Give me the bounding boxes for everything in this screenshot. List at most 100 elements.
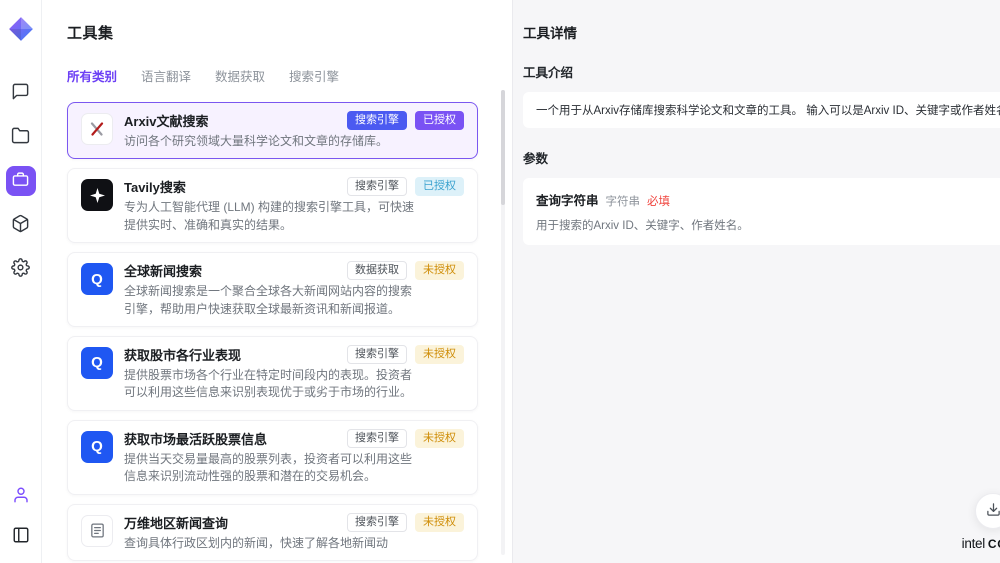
tool-card[interactable]: Q 获取市场最活跃股票信息 搜索引擎 未授权 提供当天交易量最高的股票列表，投资…: [67, 420, 478, 495]
briefcase-icon: [12, 171, 29, 191]
tool-icon: [81, 113, 113, 145]
tool-description: 专为人工智能代理 (LLM) 构建的搜索引擎工具，可快速提供实时、准确和真实的结…: [124, 199, 422, 234]
tool-list-panel: 工具集 所有类别语言翻译数据获取搜索引擎 Arxiv文献搜索 搜索引擎 已授权 …: [42, 0, 512, 563]
tool-card-header: 万维地区新闻查询 搜索引擎 未授权: [124, 513, 464, 532]
tool-card-header: Tavily搜索 搜索引擎 已授权: [124, 177, 464, 196]
download-button[interactable]: [975, 493, 1000, 529]
tool-card[interactable]: Q 获取股市各行业表现 搜索引擎 未授权 提供股票市场各个行业在特定时间段内的表…: [67, 336, 478, 411]
category-badge: 搜索引擎: [347, 513, 407, 532]
tool-card[interactable]: Q 全球新闻搜索 数据获取 未授权 全球新闻搜索是一个聚合全球各大新闻网站内容的…: [67, 252, 478, 327]
param-type: 字符串: [606, 193, 641, 209]
auth-badge: 未授权: [415, 261, 464, 280]
tool-card-header: 获取市场最活跃股票信息 搜索引擎 未授权: [124, 429, 464, 448]
tool-icon: Q: [81, 263, 113, 295]
tool-card-body: Arxiv文献搜索 搜索引擎 已授权 访问各个研究领域大量科学论文和文章的存储库…: [124, 111, 464, 150]
nav-rail-group: [6, 78, 36, 284]
tool-card-body: 获取市场最活跃股票信息 搜索引擎 未授权 提供当天交易量最高的股票列表，投资者可…: [124, 429, 464, 486]
nav-box-button[interactable]: [6, 210, 36, 240]
category-tab[interactable]: 所有类别: [67, 66, 117, 85]
tool-description: 提供当天交易量最高的股票列表，投资者可以利用这些信息来识别流动性强的股票和潜在的…: [124, 451, 422, 486]
scrollbar-track[interactable]: [501, 90, 505, 555]
chat-icon: [11, 82, 30, 104]
intro-heading: 工具介绍: [523, 62, 1000, 81]
intel-wordmark: intel: [962, 536, 985, 551]
category-badge: 搜索引擎: [347, 345, 407, 364]
tool-badges: 搜索引擎 已授权: [347, 111, 464, 130]
tool-card-header: 获取股市各行业表现 搜索引擎 未授权: [124, 345, 464, 364]
param-required-flag: 必填: [647, 193, 670, 209]
tool-card[interactable]: 万维地区新闻查询 搜索引擎 未授权 查询具体行政区划内的新闻，快速了解各地新闻动: [67, 504, 478, 561]
settings-gear-icon: [11, 258, 30, 280]
nav-rail: [0, 0, 42, 563]
param-card: 查询字符串 字符串 必填 用于搜索的Arxiv ID、关键字、作者姓名。: [523, 178, 1000, 245]
user-icon: [12, 486, 30, 507]
auth-badge: 已授权: [415, 177, 464, 196]
app-logo-icon[interactable]: [8, 16, 34, 42]
folder-icon: [11, 126, 30, 148]
tool-title: 获取市场最活跃股票信息: [124, 429, 267, 448]
category-badge: 数据获取: [347, 261, 407, 280]
core-wordmark: CORE: [988, 537, 1000, 551]
nav-panel-toggle-button[interactable]: [6, 521, 36, 551]
category-tab[interactable]: 数据获取: [215, 66, 265, 85]
tool-card-header: Arxiv文献搜索 搜索引擎 已授权: [124, 111, 464, 130]
intro-card: 一个用于从Arxiv存储库搜索科学论文和文章的工具。 输入可以是Arxiv ID…: [523, 92, 1000, 128]
tool-badges: 搜索引擎 未授权: [347, 429, 464, 448]
tool-detail-title: 工具详情: [523, 22, 1000, 42]
tool-description: 提供股票市场各个行业在特定时间段内的表现。投资者可以利用这些信息来识别表现优于或…: [124, 367, 422, 402]
tool-description: 全球新闻搜索是一个聚合全球各大新闻网站内容的搜索引擎，帮助用户快速获取全球最新资…: [124, 283, 422, 318]
tool-title: Tavily搜索: [124, 177, 186, 196]
sidebar-panel-icon: [12, 526, 30, 547]
param-name: 查询字符串: [536, 190, 599, 209]
tool-card-body: 全球新闻搜索 数据获取 未授权 全球新闻搜索是一个聚合全球各大新闻网站内容的搜索…: [124, 261, 464, 318]
params-heading: 参数: [523, 148, 1000, 167]
param-description: 用于搜索的Arxiv ID、关键字、作者姓名。: [536, 217, 1000, 233]
nav-chat-button[interactable]: [6, 78, 36, 108]
tool-title: 万维地区新闻查询: [124, 513, 228, 532]
tool-card-list: Arxiv文献搜索 搜索引擎 已授权 访问各个研究领域大量科学论文和文章的存储库…: [67, 102, 478, 561]
scrollbar-thumb[interactable]: [501, 90, 505, 205]
category-tabs: 所有类别 语言翻译 数据获取 搜索引擎: [67, 66, 512, 85]
download-icon: [986, 502, 1000, 520]
nav-settings-button[interactable]: [6, 254, 36, 284]
tool-description: 访问各个研究领域大量科学论文和文章的存储库。: [124, 133, 422, 150]
auth-badge: 未授权: [415, 513, 464, 532]
auth-badge: 未授权: [415, 345, 464, 364]
tool-icon: Q: [81, 347, 113, 379]
intel-core-logo: intel CORE: [962, 536, 1000, 551]
tool-badges: 搜索引擎 未授权: [347, 513, 464, 532]
nav-user-button[interactable]: [6, 481, 36, 511]
auth-badge: 未授权: [415, 429, 464, 448]
tool-icon: [81, 179, 113, 211]
category-badge: 搜索引擎: [347, 177, 407, 196]
app-window: 工具集 所有类别语言翻译数据获取搜索引擎 Arxiv文献搜索 搜索引擎 已授权 …: [0, 0, 1000, 563]
tool-list-title: 工具集: [67, 22, 512, 43]
tool-card-body: 万维地区新闻查询 搜索引擎 未授权 查询具体行政区划内的新闻，快速了解各地新闻动: [124, 513, 464, 552]
box-icon: [11, 214, 30, 236]
tool-card[interactable]: Tavily搜索 搜索引擎 已授权 专为人工智能代理 (LLM) 构建的搜索引擎…: [67, 168, 478, 243]
floating-actions: intel CORE: [962, 493, 1000, 551]
tool-detail-panel: 工具详情 工具介绍 一个用于从Arxiv存储库搜索科学论文和文章的工具。 输入可…: [512, 0, 1000, 563]
tool-badges: 数据获取 未授权: [347, 261, 464, 280]
category-tab[interactable]: 语言翻译: [141, 66, 191, 85]
tool-icon: Q: [81, 431, 113, 463]
category-badge: 搜索引擎: [347, 111, 407, 130]
tool-icon: [81, 515, 113, 547]
tool-card-header: 全球新闻搜索 数据获取 未授权: [124, 261, 464, 280]
param-header: 查询字符串 字符串 必填: [536, 190, 1000, 209]
auth-badge: 已授权: [415, 111, 464, 130]
category-badge: 搜索引擎: [347, 429, 407, 448]
nav-rail-bottom: [6, 481, 36, 551]
tool-description: 查询具体行政区划内的新闻，快速了解各地新闻动: [124, 535, 422, 552]
tool-badges: 搜索引擎 已授权: [347, 177, 464, 196]
tool-title: 获取股市各行业表现: [124, 345, 241, 364]
category-tab[interactable]: 搜索引擎: [289, 66, 339, 85]
tool-title: 全球新闻搜索: [124, 261, 202, 280]
nav-tools-button[interactable]: [6, 166, 36, 196]
tool-title: Arxiv文献搜索: [124, 111, 209, 130]
nav-folder-button[interactable]: [6, 122, 36, 152]
tool-badges: 搜索引擎 未授权: [347, 345, 464, 364]
tool-card-body: Tavily搜索 搜索引擎 已授权 专为人工智能代理 (LLM) 构建的搜索引擎…: [124, 177, 464, 234]
tool-card[interactable]: Arxiv文献搜索 搜索引擎 已授权 访问各个研究领域大量科学论文和文章的存储库…: [67, 102, 478, 159]
tool-card-body: 获取股市各行业表现 搜索引擎 未授权 提供股票市场各个行业在特定时间段内的表现。…: [124, 345, 464, 402]
